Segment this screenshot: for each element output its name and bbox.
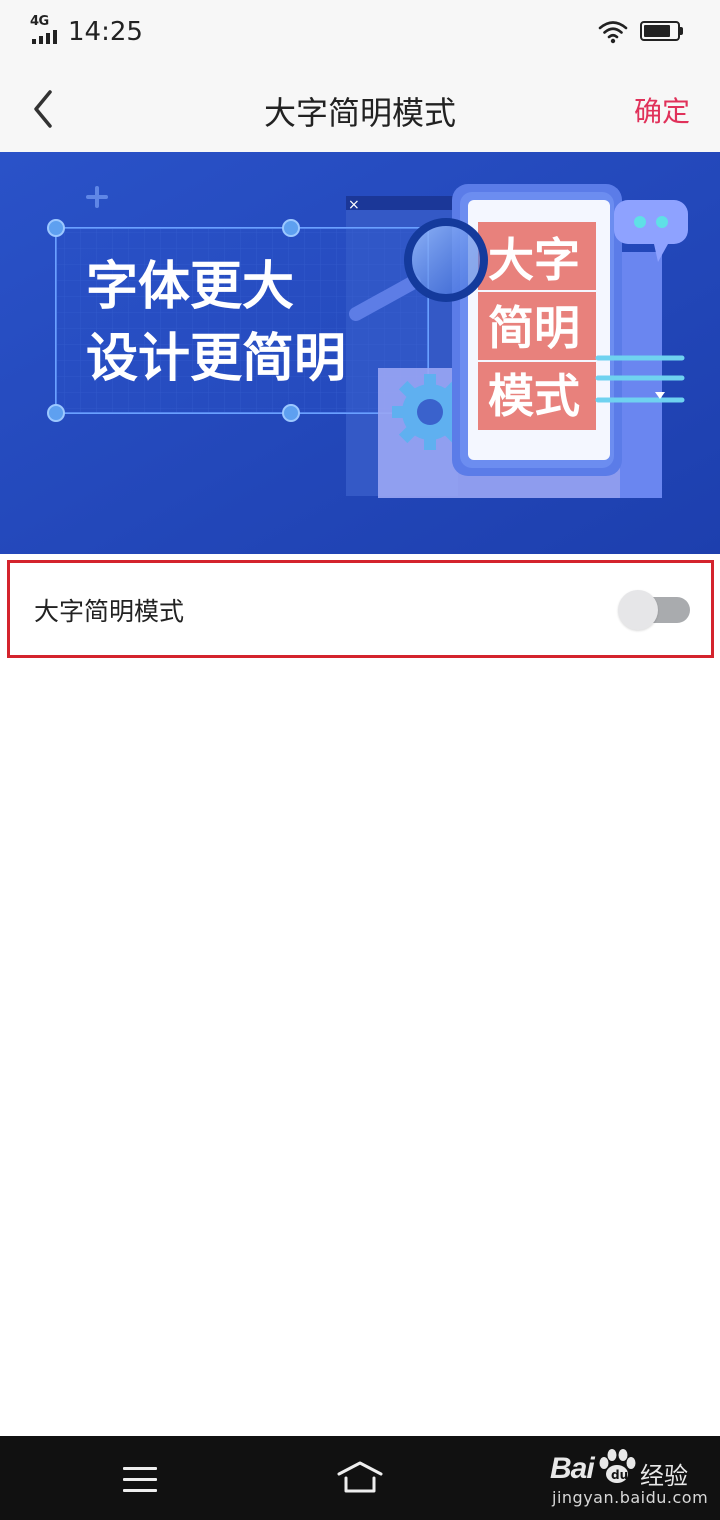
setting-label: 大字简明模式 <box>34 597 185 626</box>
banner-headline-1: 字体更大 <box>86 257 294 317</box>
watermark-brand: Bai <box>550 1452 595 1485</box>
home-icon[interactable] <box>335 1460 385 1496</box>
banner-headline-2: 设计更简明 <box>86 329 346 389</box>
card-text-2: 简明 <box>488 301 580 355</box>
status-bar: 4G 14:25 <box>0 0 720 66</box>
baidu-watermark: Bai du 经验 jingyan.baidu.com <box>548 1448 714 1507</box>
menu-icon[interactable] <box>123 1467 157 1492</box>
paw-icon: du <box>599 1449 636 1483</box>
card-text-3: 模式 <box>488 369 580 423</box>
confirm-button[interactable]: 确定 <box>634 90 690 130</box>
card-text-1: 大字 <box>488 233 580 287</box>
window-close-mark: × <box>348 197 360 213</box>
large-simple-mode-toggle[interactable] <box>618 590 692 630</box>
battery-icon <box>640 21 683 41</box>
toggle-knob <box>618 590 658 630</box>
watermark-url: jingyan.baidu.com <box>552 1488 709 1507</box>
system-navigation-bar: Bai du 经验 jingyan.baidu.com <box>0 1436 720 1520</box>
watermark-cn: 经验 <box>640 1462 688 1490</box>
status-time: 14:25 <box>68 17 143 47</box>
svg-text:du: du <box>611 1468 628 1482</box>
banner-illustration: × 字体更大 设计更简明 大字 简明 模式 <box>0 152 720 554</box>
wifi-icon <box>598 21 628 44</box>
signal-icon: 4G <box>30 14 62 44</box>
feature-banner: × 字体更大 设计更简明 大字 简明 模式 <box>0 152 720 554</box>
network-type: 4G <box>30 14 49 29</box>
large-simple-mode-row[interactable]: 大字简明模式 <box>7 560 714 658</box>
page-title: 大字简明模式 <box>263 94 456 132</box>
header-bar: 大字简明模式 确定 <box>0 66 720 152</box>
